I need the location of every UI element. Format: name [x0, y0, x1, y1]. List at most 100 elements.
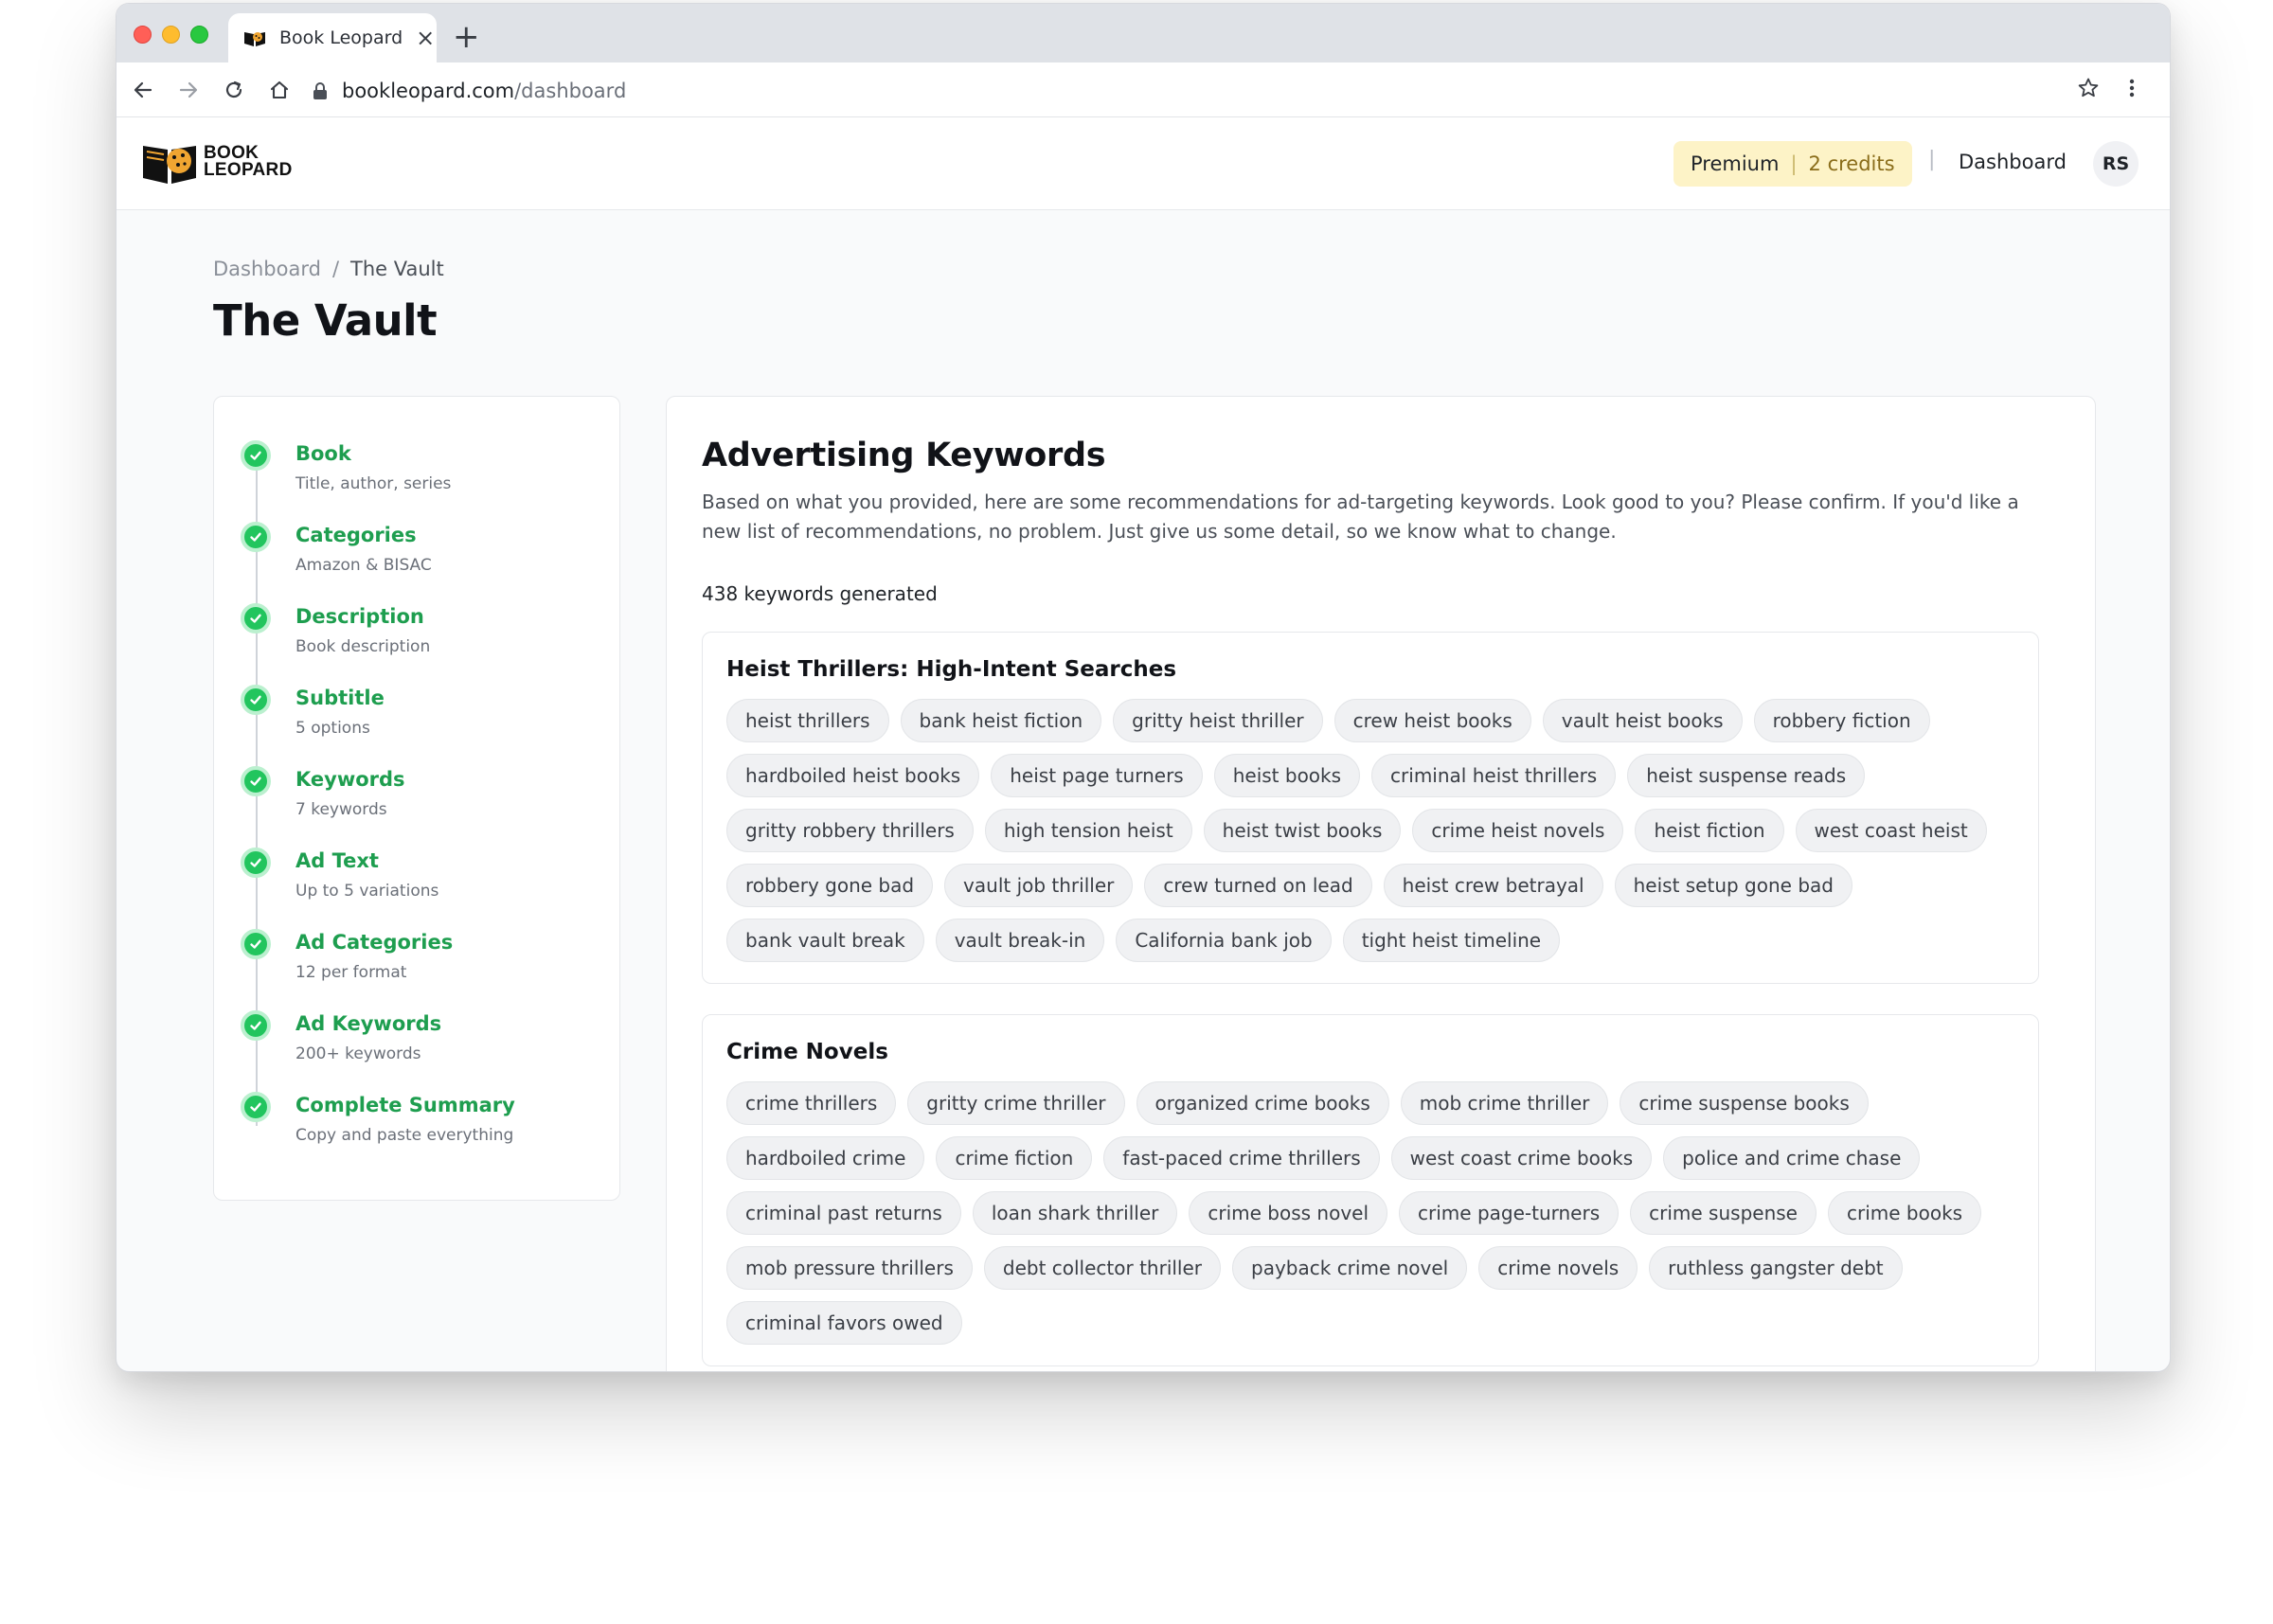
keyword-chip[interactable]: debt collector thriller: [983, 1246, 1222, 1290]
keyword-chip[interactable]: bank heist fiction: [900, 699, 1102, 742]
keyword-chip[interactable]: gritty heist thriller: [1113, 699, 1323, 742]
dashboard-link[interactable]: Dashboard: [1959, 151, 2067, 173]
keyword-chip-list: crime thrillers gritty crime thriller orga…: [726, 1081, 2014, 1345]
check-circle-icon: [241, 440, 271, 471]
keyword-chip[interactable]: heist setup gone bad: [1614, 864, 1852, 907]
keyword-chip[interactable]: heist crew betrayal: [1383, 864, 1603, 907]
keyword-chip[interactable]: vault heist books: [1542, 699, 1743, 742]
check-circle-icon: [241, 1010, 271, 1041]
home-icon[interactable]: [266, 77, 293, 103]
keyword-chip[interactable]: crime fiction: [936, 1136, 1093, 1180]
keyword-chip[interactable]: crime heist novels: [1412, 809, 1624, 852]
step-subtitle: Up to 5 variations: [295, 882, 439, 901]
keyword-chip[interactable]: heist twist books: [1203, 809, 1402, 852]
step-subtitle: Book description: [295, 637, 431, 656]
bookmark-star-icon[interactable]: [2077, 77, 2100, 103]
keyword-group-heist: Heist Thrillers: High-Intent Searches he…: [702, 632, 2039, 984]
section-description: Based on what you provided, here are som…: [702, 491, 2019, 543]
step-title: Categories: [295, 524, 417, 546]
keyword-chip[interactable]: high tension heist: [984, 809, 1192, 852]
breadcrumb-separator: /: [331, 258, 340, 280]
keyword-chip[interactable]: robbery fiction: [1753, 699, 1930, 742]
keyword-chip[interactable]: bank vault break: [726, 919, 924, 962]
page-title: The Vault: [213, 295, 438, 346]
address-bar[interactable]: bookleopard.com/dashboard: [312, 74, 2105, 107]
keyword-chip[interactable]: heist page turners: [991, 754, 1203, 797]
keyword-group-title: Crime Novels: [726, 1040, 888, 1064]
step-title: Keywords: [295, 768, 405, 791]
book-leopard-logo-icon: [143, 146, 196, 184]
step-subtitle: 5 options: [295, 719, 370, 738]
credits-badge[interactable]: Premium | 2 credits: [1673, 141, 1912, 187]
tab-close-icon[interactable]: ×: [416, 27, 435, 49]
logo-wordmark: BOOK LEOPARD: [204, 143, 293, 180]
book-leopard-logo[interactable]: BOOK LEOPARD: [141, 138, 293, 186]
step-title: Description: [295, 605, 424, 628]
keyword-chip[interactable]: gritty robbery thrillers: [726, 809, 974, 852]
keyword-chip[interactable]: west coast heist: [1795, 809, 1987, 852]
keyword-chip[interactable]: hardboiled crime: [726, 1136, 925, 1180]
keyword-chip[interactable]: heist thrillers: [726, 699, 889, 742]
url-text: bookleopard.com/dashboard: [342, 79, 627, 102]
step-title: Ad Keywords: [295, 1012, 442, 1035]
maximize-window-button[interactable]: [190, 26, 208, 44]
keyword-chip[interactable]: crime suspense books: [1620, 1081, 1869, 1125]
keyword-chip[interactable]: crew turned on lead: [1144, 864, 1372, 907]
breadcrumb-dashboard-link[interactable]: Dashboard: [213, 258, 321, 280]
check-circle-icon: [241, 603, 271, 634]
forward-arrow-icon[interactable]: [175, 77, 202, 103]
keyword-chip[interactable]: heist fiction: [1635, 809, 1784, 852]
keyword-chip[interactable]: robbery gone bad: [726, 864, 934, 907]
keyword-chip[interactable]: crime books: [1827, 1191, 1982, 1235]
app-header: BOOK LEOPARD Premium | 2 credits | Dashb…: [116, 117, 2170, 210]
steps-sidebar: Book Title, author, series Categories Amazo…: [213, 396, 620, 1201]
keyword-chip[interactable]: crew heist books: [1333, 699, 1531, 742]
new-tab-icon[interactable]: +: [453, 21, 480, 53]
credits-count: 2 credits: [1808, 152, 1895, 175]
keyword-count: 438 keywords generated: [702, 582, 938, 605]
keyword-chip[interactable]: crime page-turners: [1399, 1191, 1620, 1235]
keyword-chip[interactable]: police and crime chase: [1663, 1136, 1921, 1180]
keyword-chip[interactable]: payback crime novel: [1232, 1246, 1468, 1290]
browser-tab[interactable]: Book Leopard ×: [228, 13, 437, 62]
keyword-chip[interactable]: vault break-in: [935, 919, 1105, 962]
user-avatar[interactable]: RS: [2093, 141, 2139, 187]
keyword-chip[interactable]: criminal past returns: [726, 1191, 961, 1235]
keyword-chip[interactable]: crime boss novel: [1189, 1191, 1388, 1235]
keyword-chip-list: heist thrillers bank heist fiction gritty …: [726, 699, 2014, 962]
breadcrumb: Dashboard / The Vault: [213, 258, 444, 280]
back-arrow-icon[interactable]: [130, 77, 156, 103]
keyword-chip[interactable]: crime thrillers: [726, 1081, 897, 1125]
keyword-chip[interactable]: criminal favors owed: [726, 1301, 962, 1345]
step-subtitle: Copy and paste everything: [295, 1126, 514, 1145]
keyword-chip[interactable]: heist suspense reads: [1627, 754, 1866, 797]
keyword-chip[interactable]: mob crime thriller: [1400, 1081, 1609, 1125]
keyword-chip[interactable]: fast-paced crime thrillers: [1103, 1136, 1380, 1180]
keyword-chip[interactable]: ruthless gangster debt: [1649, 1246, 1903, 1290]
keyword-chip[interactable]: west coast crime books: [1390, 1136, 1653, 1180]
reload-icon[interactable]: [221, 77, 247, 103]
close-window-button[interactable]: [134, 26, 152, 44]
step-title: Complete Summary: [295, 1094, 515, 1116]
advertising-keywords-panel: Advertising Keywords Based on what you p…: [666, 396, 2096, 1371]
minimize-window-button[interactable]: [162, 26, 180, 44]
step-subtitle: 12 per format: [295, 963, 407, 982]
keyword-chip[interactable]: criminal heist thrillers: [1371, 754, 1617, 797]
keyword-chip[interactable]: vault job thriller: [944, 864, 1134, 907]
keyword-chip[interactable]: hardboiled heist books: [726, 754, 980, 797]
keyword-chip[interactable]: mob pressure thrillers: [726, 1246, 973, 1290]
keyword-chip[interactable]: California bank job: [1116, 919, 1332, 962]
more-menu-icon[interactable]: [2128, 77, 2136, 103]
keyword-chip[interactable]: heist books: [1213, 754, 1361, 797]
keyword-chip[interactable]: crime novels: [1478, 1246, 1638, 1290]
keyword-group-title: Heist Thrillers: High-Intent Searches: [726, 657, 1177, 682]
step-title: Ad Categories: [295, 931, 454, 954]
keyword-chip[interactable]: tight heist timeline: [1342, 919, 1561, 962]
keyword-chip[interactable]: gritty crime thriller: [907, 1081, 1125, 1125]
keyword-chip[interactable]: loan shark thriller: [972, 1191, 1178, 1235]
keyword-chip[interactable]: organized crime books: [1136, 1081, 1389, 1125]
keyword-chip[interactable]: crime suspense: [1630, 1191, 1817, 1235]
lock-icon: [313, 81, 327, 99]
leopard-favicon-icon: [244, 32, 265, 46]
header-divider: |: [1928, 148, 1936, 171]
